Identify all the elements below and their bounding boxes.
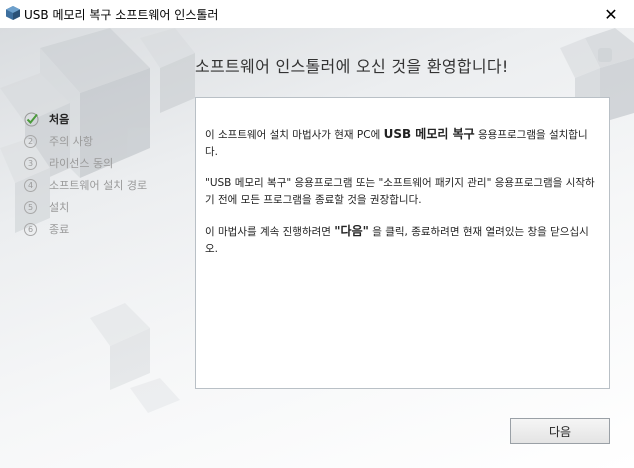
step-label: 주의 사항 [49, 135, 93, 148]
step-label: 소프트웨어 설치 경로 [49, 179, 148, 192]
product-name: USB 메모리 복구 [383, 127, 475, 141]
step-install-path: 4 소프트웨어 설치 경로 [24, 174, 147, 196]
check-circle-icon [24, 112, 39, 126]
close-icon: ✕ [604, 4, 618, 24]
step-number-icon: 2 [24, 134, 37, 148]
intro-paragraph: 이 소프트웨어 설치 마법사가 현재 PC에 USB 메모리 복구 응용프로그램… [205, 127, 588, 158]
step-install: 5 설치 [24, 196, 147, 218]
close-button[interactable]: ✕ [588, 0, 634, 28]
next-button[interactable]: 다음 [510, 418, 610, 444]
instruction-paragraph: 이 마법사를 계속 진행하려면 "다음" 을 클릭, 종료하려면 현재 열려있는… [205, 224, 589, 255]
window-title: USB 메모리 복구 소프트웨어 인스톨러 [24, 8, 219, 22]
next-keyword: "다음" [334, 224, 369, 238]
welcome-heading: 소프트웨어 인스톨러에 오신 것을 환영합니다! [195, 57, 509, 76]
welcome-message-box: 이 소프트웨어 설치 마법사가 현재 PC에 USB 메모리 복구 응용프로그램… [195, 97, 610, 389]
step-label: 라이선스 동의 [49, 157, 114, 170]
step-number-icon: 5 [24, 200, 37, 214]
recommendation-paragraph: "USB 메모리 복구" 응용프로그램 또는 "소프트웨어 패키지 관리" 응용… [205, 177, 595, 206]
step-number-icon: 3 [24, 156, 37, 170]
step-label: 처음 [49, 113, 70, 126]
title-bar[interactable]: USB 메모리 복구 소프트웨어 인스톨러 ✕ [0, 0, 634, 28]
wizard-steps: 처음 2 주의 사항 3 라이선스 동의 4 소프트웨어 설치 경로 5 설치 … [24, 108, 147, 240]
wizard-body: 소프트웨어 인스톨러에 오신 것을 환영합니다! 처음 2 주의 사항 3 라이… [0, 28, 634, 468]
step-start: 처음 [24, 108, 147, 130]
step-number-icon: 6 [24, 222, 37, 236]
step-label: 종료 [49, 223, 70, 236]
step-notice: 2 주의 사항 [24, 130, 147, 152]
step-number-icon: 4 [24, 178, 37, 192]
step-finish: 6 종료 [24, 218, 147, 240]
step-license: 3 라이선스 동의 [24, 152, 147, 174]
step-label: 설치 [49, 201, 70, 214]
app-cube-icon [6, 6, 20, 20]
installer-window: USB 메모리 복구 소프트웨어 인스톨러 ✕ 소프트웨어 인스톨러에 오신 것… [0, 0, 634, 468]
